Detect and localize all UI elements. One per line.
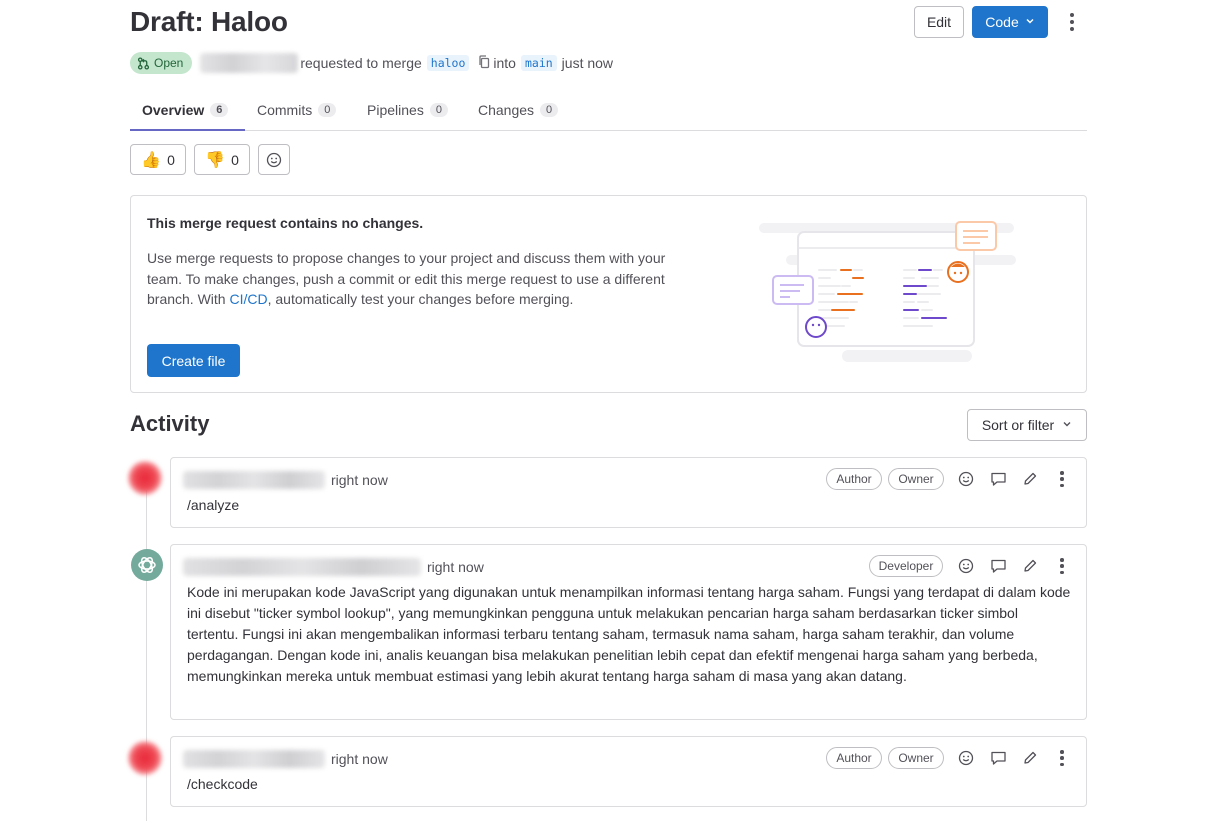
smiley-icon: [266, 152, 282, 167]
create-file-label: Create file: [161, 352, 226, 369]
note-author-redacted[interactable]: [183, 471, 325, 489]
status-badge-label: Open: [154, 56, 184, 70]
status-badge: Open: [130, 52, 193, 74]
thumbs-down-count: 0: [231, 151, 239, 168]
edit-button-label: Edit: [926, 14, 952, 30]
note-body: /checkcode: [187, 776, 258, 792]
avatar[interactable]: [128, 741, 162, 775]
note-more-kebab-icon[interactable]: [1057, 470, 1067, 488]
thumbs-up-button[interactable]: 👍 0: [130, 144, 186, 175]
ci-cd-link[interactable]: CI/CD: [229, 291, 267, 307]
tab-count: 6: [210, 103, 229, 117]
thumbs-down-icon: 👎: [205, 151, 226, 169]
note-item: right now Kode ini merupakan kode JavaSc…: [170, 544, 1087, 720]
tab-label: Pipelines: [367, 102, 424, 118]
owner-badge: Owner: [888, 747, 944, 769]
developer-badge: Developer: [869, 555, 943, 577]
code-button-label: Code: [985, 14, 1019, 30]
sort-filter-dropdown[interactable]: Sort or filter: [967, 409, 1087, 441]
chevron-down-icon: [1062, 419, 1072, 432]
author-badge: Author: [826, 468, 882, 490]
add-reaction-button[interactable]: [258, 144, 290, 175]
edit-button[interactable]: Edit: [914, 6, 964, 38]
tab-label: Overview: [142, 102, 205, 118]
note-more-kebab-icon[interactable]: [1057, 749, 1067, 767]
add-reaction-icon[interactable]: [957, 557, 975, 575]
add-reaction-icon[interactable]: [957, 470, 975, 488]
into-text: into: [493, 55, 516, 71]
no-changes-panel: This merge request contains no changes. …: [130, 195, 1087, 393]
owner-badge: Owner: [888, 468, 944, 490]
requested-text: requested to merge: [300, 55, 422, 71]
add-reaction-icon[interactable]: [957, 749, 975, 767]
edit-pencil-icon[interactable]: [1021, 749, 1039, 767]
thumbs-down-button[interactable]: 👎 0: [194, 144, 250, 175]
note-author-redacted[interactable]: [183, 750, 325, 768]
author-name-redacted[interactable]: [200, 53, 299, 73]
activity-heading: Activity: [130, 411, 210, 436]
merge-request-icon: [137, 56, 150, 70]
thumbs-up-icon: 👍: [141, 151, 162, 169]
reply-icon[interactable]: [989, 557, 1007, 575]
chevron-down-icon: [1025, 16, 1035, 29]
create-file-button[interactable]: Create file: [147, 344, 240, 377]
avatar[interactable]: [128, 461, 162, 495]
empty-state-illustration: [759, 221, 1016, 362]
tab-commits[interactable]: Commits 0: [257, 90, 337, 130]
note-time: right now: [427, 559, 484, 575]
no-changes-title: This merge request contains no changes.: [147, 215, 424, 231]
more-actions-kebab-icon[interactable]: [1064, 10, 1080, 34]
note-author-redacted[interactable]: [183, 558, 421, 576]
tab-overview[interactable]: Overview 6: [130, 90, 245, 131]
code-dropdown-button[interactable]: Code: [972, 6, 1048, 38]
chatgpt-logo-icon: [138, 557, 156, 573]
desc-text-after: , automatically test your changes before…: [267, 291, 574, 307]
note-time: right now: [331, 751, 388, 767]
tab-count: 0: [429, 103, 448, 117]
tab-pipelines[interactable]: Pipelines 0: [367, 90, 448, 130]
source-branch[interactable]: haloo: [426, 55, 470, 71]
avatar[interactable]: [131, 549, 163, 581]
note-item: right now /checkcode Author Owner: [170, 736, 1087, 807]
merge-request-tabs: Overview 6 Commits 0 Pipelines 0 Changes 0: [130, 90, 1087, 131]
reply-icon[interactable]: [989, 470, 1007, 488]
author-badge: Author: [826, 747, 882, 769]
copy-branch-icon[interactable]: [478, 54, 491, 72]
page-title: Draft: Haloo: [130, 6, 288, 37]
thumbs-up-count: 0: [167, 151, 175, 168]
reply-icon[interactable]: [989, 749, 1007, 767]
tab-count: 0: [318, 103, 337, 117]
edit-pencil-icon[interactable]: [1021, 470, 1039, 488]
note-time: right now: [331, 472, 388, 488]
target-branch[interactable]: main: [520, 55, 557, 71]
tab-label: Changes: [478, 102, 535, 118]
merge-request-meta: Open requested to merge haloo into main …: [130, 51, 613, 75]
note-body: /analyze: [187, 497, 240, 513]
tab-count: 0: [540, 103, 559, 117]
note-more-kebab-icon[interactable]: [1057, 557, 1067, 575]
note-body: Kode ini merupakan kode JavaScript yang …: [187, 584, 1071, 684]
edit-pencil-icon[interactable]: [1021, 557, 1039, 575]
tab-changes[interactable]: Changes 0: [478, 90, 559, 130]
no-changes-description: Use merge requests to propose changes to…: [147, 248, 677, 310]
note-item: right now /analyze Author Owner: [170, 457, 1087, 528]
time-text: just now: [561, 55, 614, 71]
tab-label: Commits: [257, 102, 313, 118]
sort-filter-label: Sort or filter: [981, 417, 1055, 433]
